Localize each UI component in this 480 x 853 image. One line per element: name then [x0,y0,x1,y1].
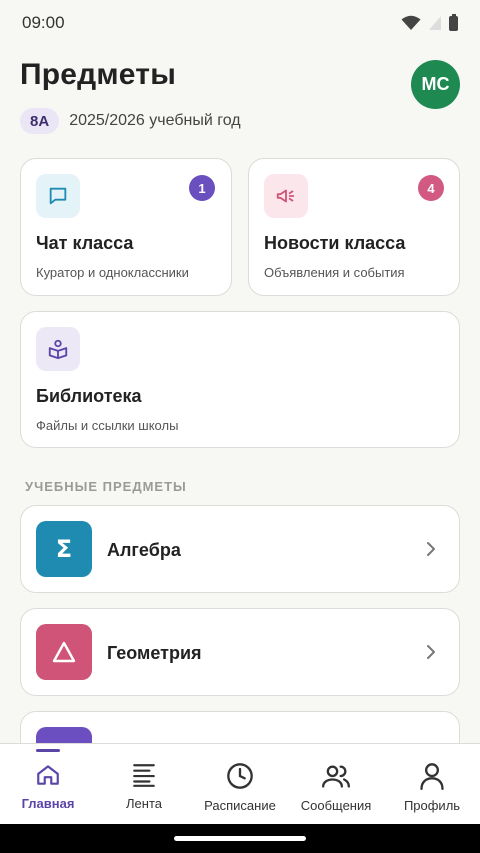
news-unread-badge: 4 [418,175,444,201]
active-indicator [36,749,60,752]
nav-home[interactable]: Главная [0,744,96,824]
chat-bubble-icon [36,174,80,218]
chat-card-subtitle: Куратор и одноклассники [36,265,189,280]
library-card[interactable]: Библиотека Файлы и ссылки школы [20,311,460,448]
status-time: 09:00 [22,13,65,32]
library-card-subtitle: Файлы и ссылки школы [36,418,179,433]
news-card-subtitle: Объявления и события [264,265,405,280]
subject-name: Геометрия [107,643,202,663]
nav-label: Сообщения [300,798,372,813]
signal-icon [429,16,441,30]
class-info: 8А 2025/2026 учебный год [20,108,241,134]
class-news-card[interactable]: 4 Новости класса Объявления и события [248,158,460,296]
page-title: Предметы [20,58,177,91]
battery-icon [449,13,458,31]
bottom-navigation: Главная Лента Расписание Сообщения Профи… [0,743,480,824]
chat-card-title: Чат класса [36,233,134,253]
status-icons [401,13,458,31]
megaphone-icon [264,174,308,218]
news-card-title: Новости класса [264,233,406,253]
system-gesture-bar [0,824,480,853]
book-reader-icon [36,327,80,371]
avatar[interactable]: МС [411,60,460,109]
class-badge: 8А [20,108,60,134]
clock-icon [227,763,253,789]
wifi-icon [401,15,421,30]
subject-row-geometry[interactable]: Геометрия [20,608,460,696]
library-card-title: Библиотека [36,386,142,406]
class-chat-card[interactable]: 1 Чат класса Куратор и одноклассники [20,158,232,296]
feed-icon [133,764,155,787]
nav-label: Расписание [204,798,276,813]
subject-name: Алгебра [107,540,181,560]
nav-label: Главная [21,796,75,811]
nav-messages[interactable]: Сообщения [288,744,384,824]
chat-unread-badge: 1 [189,175,215,201]
sigma-icon: Σ [36,521,92,577]
home-gesture-handle[interactable] [174,836,306,841]
subjects-section-label: УЧЕБНЫЕ ПРЕДМЕТЫ [25,479,187,494]
subject-row-algebra[interactable]: Σ Алгебра [20,505,460,593]
chevron-right-icon [427,542,435,556]
nav-label: Профиль [403,798,461,813]
school-year: 2025/2026 учебный год [69,112,241,129]
nav-schedule[interactable]: Расписание [192,744,288,824]
nav-label: Лента [126,796,162,811]
people-icon [322,765,350,788]
chevron-right-icon [427,645,435,659]
person-icon [420,763,444,790]
header: Предметы МС 8А 2025/2026 учебный год [20,58,460,138]
nav-profile[interactable]: Профиль [384,744,480,824]
nav-feed[interactable]: Лента [96,744,192,824]
triangle-icon [36,624,92,680]
status-bar: 09:00 [0,0,480,46]
home-icon [37,765,59,785]
